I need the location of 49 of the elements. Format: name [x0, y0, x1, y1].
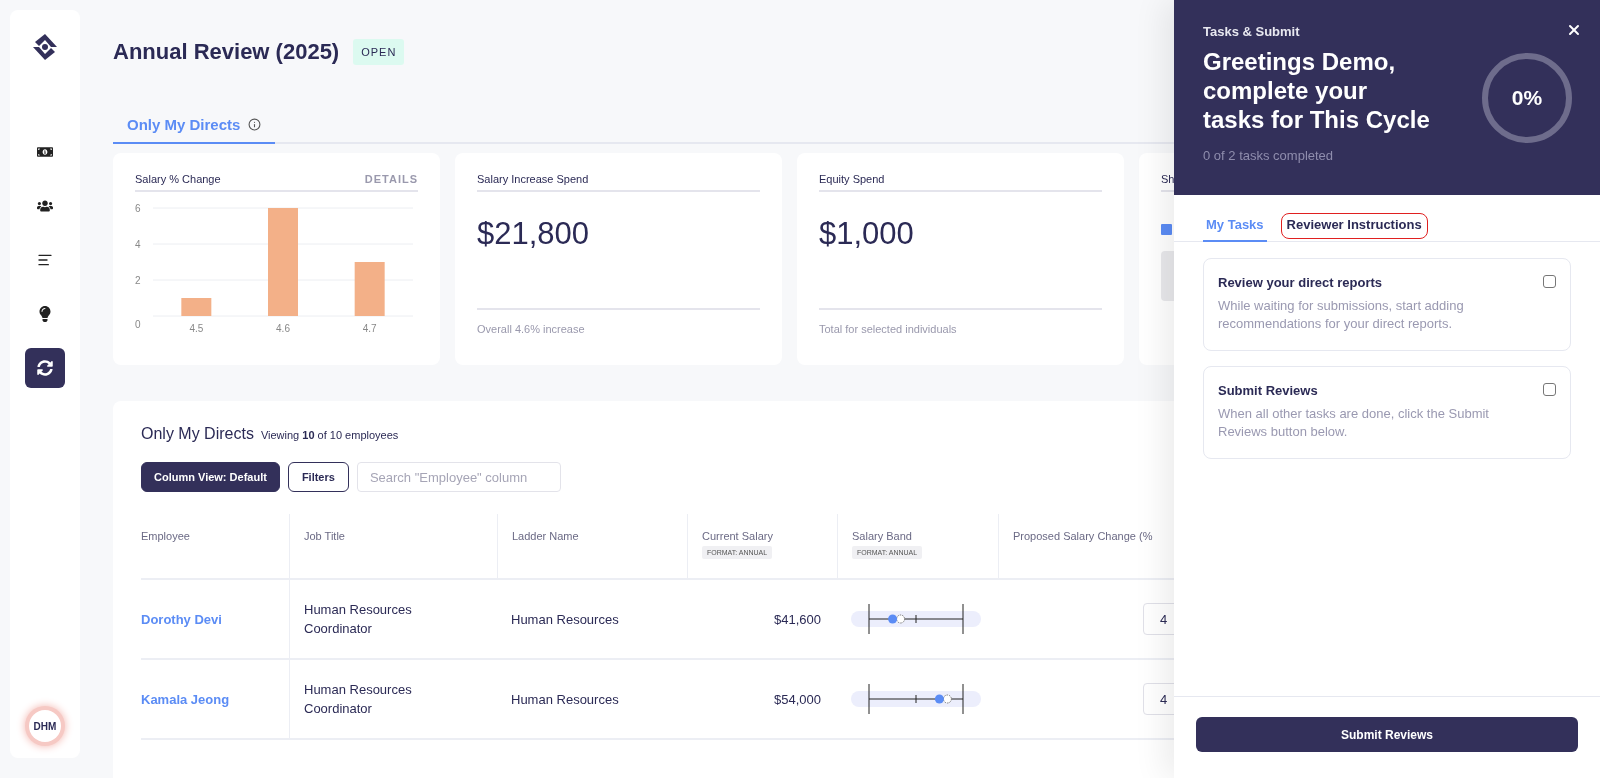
y-tick-label: 0: [135, 319, 141, 330]
card-title: Sh: [1161, 173, 1175, 185]
column-header[interactable]: Proposed Salary Change (%: [1013, 530, 1153, 542]
table-title: Only My Directs: [141, 425, 254, 443]
metric-note: Total for selected individuals: [819, 308, 1102, 335]
column-header[interactable]: Job Title: [304, 530, 345, 542]
employee-count: Viewing 10 of 10 employees: [260, 429, 399, 441]
submit-reviews-button[interactable]: Submit Reviews: [1196, 717, 1578, 752]
card-title: Salary % Change: [135, 173, 221, 185]
search-field[interactable]: Search "Employee" column: [356, 462, 561, 492]
drawer-tab[interactable]: Reviewer Instructions: [1280, 213, 1428, 239]
page-title: Annual Review (2025): [113, 39, 340, 65]
x-tick-label: 4.7: [362, 323, 377, 334]
column-header[interactable]: Employee: [141, 530, 190, 542]
drawer-eyebrow: Tasks & Submit: [1203, 24, 1301, 39]
ladder-name: Human Resources: [511, 610, 619, 629]
employee-link[interactable]: Dorothy Devi: [141, 611, 222, 627]
y-tick-label: 4: [135, 239, 141, 250]
task-description: While waiting for submissions, start adding recommendations for your direct reports.: [1218, 297, 1465, 333]
metric-note: Overall 4.6% increase: [477, 308, 760, 335]
filters-button[interactable]: Filters: [287, 462, 349, 492]
card-title: Equity Spend: [819, 173, 885, 185]
job-title: Human Resources Coordinator: [304, 681, 413, 718]
job-title: Human Resources Coordinator: [304, 601, 413, 638]
column-header[interactable]: Current Salary: [702, 530, 773, 542]
metric-value: $1,000: [819, 216, 915, 253]
column-view-button[interactable]: Column View: Default: [141, 462, 280, 492]
card-title: Salary Increase Spend: [477, 173, 589, 185]
current-salary: $54,000: [774, 690, 821, 709]
task-description: When all other tasks are done, click the Submit Reviews button below.: [1218, 405, 1490, 441]
employee-link[interactable]: Kamala Jeong: [141, 691, 230, 707]
status-badge: OPEN: [353, 39, 405, 65]
y-tick-label: 2: [135, 275, 141, 286]
tab[interactable]: Only My Directs: [113, 108, 276, 144]
y-tick-label: 6: [135, 203, 141, 214]
task-title: Submit Reviews: [1218, 383, 1319, 398]
metric-value: $21,800: [477, 216, 591, 253]
column-header[interactable]: Salary Band: [852, 530, 912, 542]
current-salary: $41,600: [774, 610, 821, 629]
task-title: Review your direct reports: [1218, 275, 1383, 290]
ladder-name: Human Resources: [511, 690, 619, 709]
user-avatar[interactable]: DHM: [29, 710, 61, 742]
drawer-tab[interactable]: My Tasks: [1203, 213, 1267, 242]
x-tick-label: 4.6: [276, 323, 290, 334]
x-tick-label: 4.5: [189, 323, 204, 334]
drawer-heading: Greetings Demo, complete your tasks for This Cycle: [1203, 47, 1431, 134]
task-summary: 0 of 2 tasks completed: [1203, 148, 1335, 163]
column-header[interactable]: Ladder Name: [512, 530, 579, 542]
progress-percent: 0%: [1511, 86, 1543, 110]
